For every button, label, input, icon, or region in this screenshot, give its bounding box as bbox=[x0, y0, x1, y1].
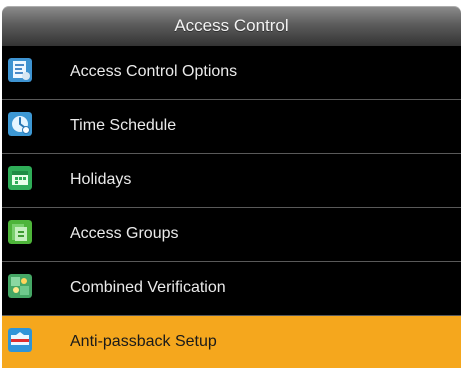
menu-item-label: Time Schedule bbox=[70, 117, 177, 134]
group-card-icon bbox=[8, 220, 32, 244]
menu-item-access-groups[interactable]: Access Groups bbox=[2, 208, 461, 262]
document-settings-icon bbox=[8, 58, 32, 82]
menu-item-anti-passback-setup[interactable]: Anti-passback Setup bbox=[2, 316, 461, 368]
access-control-screen: Access Control Access Control Options Ti… bbox=[0, 0, 463, 372]
title-bar: Access Control bbox=[2, 6, 461, 46]
page-title: Access Control bbox=[174, 16, 289, 35]
menu-item-label: Access Control Options bbox=[70, 63, 238, 80]
menu-item-label: Combined Verification bbox=[70, 279, 226, 296]
anti-passback-icon bbox=[8, 328, 32, 352]
menu-item-label: Access Groups bbox=[70, 225, 179, 242]
combined-verification-icon bbox=[8, 274, 32, 298]
menu-item-access-control-options[interactable]: Access Control Options bbox=[2, 46, 461, 100]
menu-item-time-schedule[interactable]: Time Schedule bbox=[2, 100, 461, 154]
menu-item-combined-verification[interactable]: Combined Verification bbox=[2, 262, 461, 316]
menu-item-holidays[interactable]: Holidays bbox=[2, 154, 461, 208]
menu-item-label: Anti-passback Setup bbox=[70, 333, 217, 350]
clock-icon bbox=[8, 112, 32, 136]
calendar-icon bbox=[8, 166, 32, 190]
menu-list: Access Control Options Time Schedule Hol… bbox=[2, 46, 461, 368]
menu-item-label: Holidays bbox=[70, 171, 132, 188]
